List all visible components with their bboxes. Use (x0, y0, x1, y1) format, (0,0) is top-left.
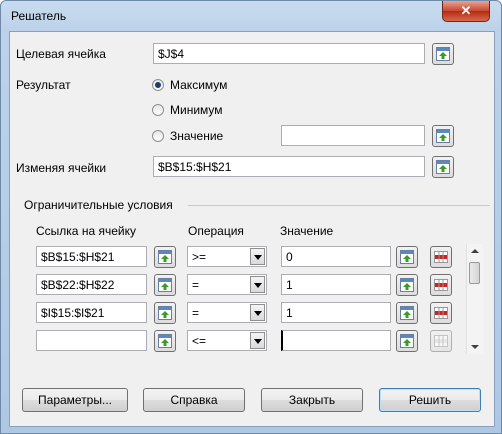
radio-maximum[interactable] (152, 79, 164, 91)
changing-cells-shrink-button[interactable] (432, 156, 454, 178)
constraint-3-operator-select[interactable]: = (187, 302, 267, 323)
constraint-2-operator-value: = (192, 278, 200, 292)
solve-button[interactable]: Решить (379, 388, 481, 412)
radio-value[interactable] (152, 130, 164, 142)
constraint-2-operator-select[interactable]: = (187, 274, 267, 295)
changing-cells-input[interactable]: $B$15:$H$21 (153, 156, 425, 177)
scroll-down-icon[interactable] (471, 345, 479, 349)
constraint-1-cell-ref[interactable]: $B$15:$H$21 (36, 246, 147, 267)
result-value-shrink-button[interactable] (432, 125, 454, 147)
constraint-3-value-shrink-button[interactable] (396, 302, 418, 324)
constraint-1-value[interactable]: 0 (281, 246, 391, 267)
close-icon: ✕ (460, 3, 472, 18)
shrink-icon (400, 306, 414, 320)
scroll-up-icon[interactable] (471, 249, 479, 253)
scroll-thumb[interactable] (469, 262, 480, 284)
chevron-down-icon (250, 332, 265, 349)
solver-dialog: Решатель ✕ Целевая ячейка $J$4 Результат… (0, 0, 502, 434)
chevron-down-icon (250, 276, 265, 293)
constraint-4-cell-shrink-button[interactable] (154, 330, 176, 352)
constraint-4-delete-button[interactable] (430, 330, 452, 352)
shrink-icon (158, 306, 172, 320)
constraints-scrollbar[interactable] (466, 244, 483, 354)
constraint-2-value-shrink-button[interactable] (396, 274, 418, 296)
target-cell-label: Целевая ячейка (16, 47, 106, 61)
delete-row-icon (434, 279, 448, 291)
shrink-icon (158, 334, 172, 348)
title-bar[interactable]: Решатель ✕ (1, 1, 501, 31)
constraint-3-value[interactable]: 1 (281, 302, 391, 323)
header-operator: Операция (188, 224, 244, 238)
chevron-down-icon (250, 248, 265, 265)
delete-row-icon (434, 251, 448, 263)
target-cell-shrink-button[interactable] (432, 43, 454, 65)
constraint-1-cell-shrink-button[interactable] (154, 246, 176, 268)
window-title: Решатель (11, 9, 67, 23)
section-divider (188, 205, 490, 206)
constraint-1-value-shrink-button[interactable] (396, 246, 418, 268)
constraint-4-value-shrink-button[interactable] (396, 330, 418, 352)
constraint-1-operator-select[interactable]: >= (187, 246, 267, 267)
constraint-1-delete-button[interactable] (430, 246, 452, 268)
close-button[interactable]: Закрыть (261, 388, 363, 412)
changing-cells-label: Изменяя ячейки (16, 161, 107, 175)
delete-row-icon (434, 335, 448, 347)
shrink-icon (436, 129, 450, 143)
constraint-4-operator-value: <= (192, 334, 207, 348)
shrink-icon (158, 278, 172, 292)
constraint-3-cell-ref[interactable]: $I$15:$I$21 (36, 302, 147, 323)
shrink-icon (400, 278, 414, 292)
constraint-2-cell-ref[interactable]: $B$22:$H$22 (36, 274, 147, 295)
constraints-section-label: Ограничительные условия (24, 198, 173, 212)
header-value: Значение (280, 224, 334, 238)
constraint-4-operator-select[interactable]: <= (187, 330, 267, 351)
constraint-1-operator-value: >= (192, 250, 207, 264)
target-cell-input[interactable]: $J$4 (153, 43, 425, 64)
shrink-icon (158, 250, 172, 264)
radio-minimum-label: Минимум (170, 103, 223, 117)
chevron-down-icon (250, 304, 265, 321)
constraint-2-delete-button[interactable] (430, 274, 452, 296)
constraint-4-value[interactable] (281, 330, 391, 351)
radio-minimum[interactable] (152, 104, 164, 116)
header-cell-ref: Ссылка на ячейку (36, 224, 136, 238)
shrink-icon (436, 160, 450, 174)
help-button[interactable]: Справка (143, 388, 245, 412)
constraint-3-delete-button[interactable] (430, 302, 452, 324)
dialog-body: Целевая ячейка $J$4 Результат Максимум М… (9, 31, 495, 427)
constraint-3-operator-value: = (192, 306, 200, 320)
constraint-4-cell-ref[interactable] (36, 330, 147, 351)
result-value-input[interactable] (281, 125, 425, 146)
radio-value-label: Значение (170, 129, 224, 143)
constraint-2-value[interactable]: 1 (281, 274, 391, 295)
button-bar: Параметры... Справка Закрыть Решить (10, 368, 494, 426)
constraint-2-cell-shrink-button[interactable] (154, 274, 176, 296)
shrink-icon (436, 47, 450, 61)
options-button[interactable]: Параметры... (22, 388, 128, 412)
delete-row-icon (434, 307, 448, 319)
close-window-button[interactable]: ✕ (442, 1, 490, 22)
shrink-icon (400, 334, 414, 348)
shrink-icon (400, 250, 414, 264)
result-label: Результат (16, 78, 71, 92)
radio-maximum-label: Максимум (170, 78, 228, 92)
constraint-3-cell-shrink-button[interactable] (154, 302, 176, 324)
